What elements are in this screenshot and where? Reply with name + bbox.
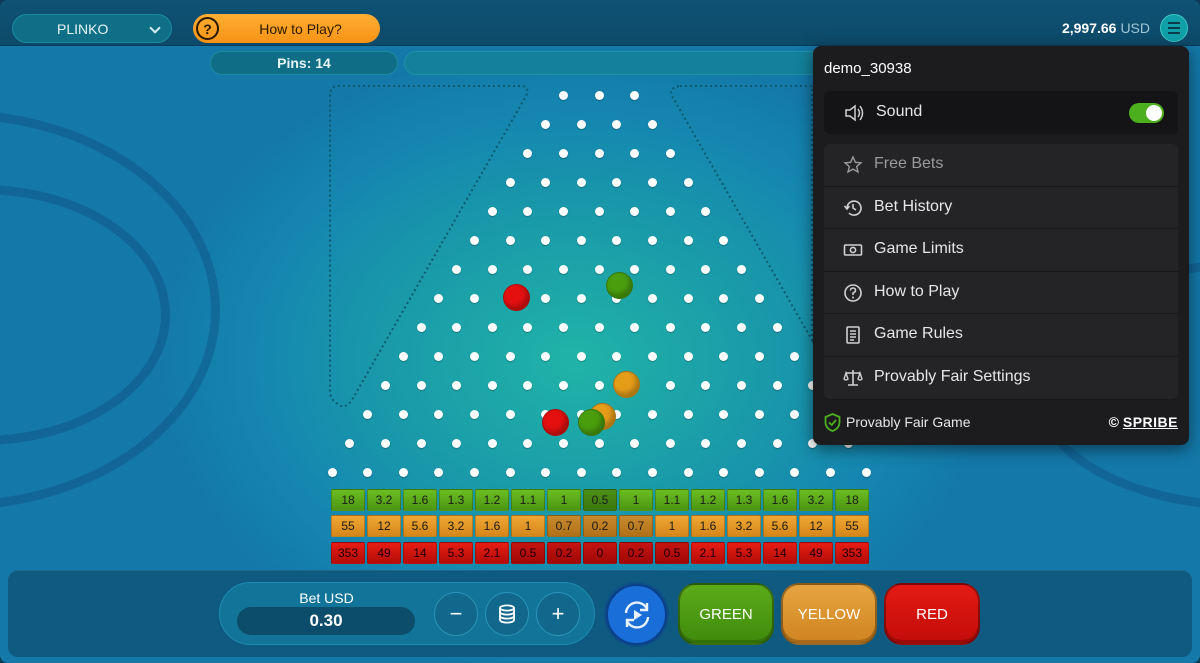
minus-icon: − <box>449 601 463 626</box>
document-icon <box>846 326 860 345</box>
green-multiplier-slot: 3.2 <box>367 489 401 511</box>
yellow-multiplier-slot: 0.7 <box>547 515 581 537</box>
yellow-multiplier-slot: 1.6 <box>475 515 509 537</box>
yellow-multiplier-slot: 5.6 <box>403 515 437 537</box>
red-multiplier-slot: 353 <box>331 542 365 564</box>
star-icon <box>843 155 863 174</box>
yellow-multiplier-slot: 0.7 <box>619 515 653 537</box>
red-multiplier-slot: 49 <box>367 542 401 564</box>
menu-item-provably-fair-settings[interactable]: Provably Fair Settings <box>824 356 1178 400</box>
money-icon <box>843 244 863 256</box>
red-multiplier-slot: 14 <box>763 542 797 564</box>
green-multiplier-slot: 0.5 <box>583 489 617 511</box>
history-icon <box>843 199 862 216</box>
red-play-button[interactable]: RED <box>884 583 980 645</box>
game-window: PLINKO ? How to Play? 2,997.66 USD Pins: … <box>0 0 1200 663</box>
green-multiplier-slot: 1.1 <box>655 489 689 511</box>
username: demo_30938 <box>824 60 912 77</box>
settings-menu: demo_30938 Sound Free Bets Bet History Gam… <box>813 46 1189 445</box>
copyright-symbol: © <box>1108 414 1119 430</box>
menu-item-label: Free Bets <box>874 155 944 172</box>
menu-item-label: Provably Fair Settings <box>874 367 1031 385</box>
menu-item-how-to-play[interactable]: How to Play <box>824 271 1178 315</box>
scales-icon <box>843 369 863 386</box>
autoplay-icon <box>624 600 649 629</box>
yellow-multiplier-slot: 5.6 <box>763 515 797 537</box>
red-label: RED <box>916 605 948 623</box>
menu-item-label: Game Limits <box>874 240 964 258</box>
menu-footer: Provably Fair Game © SPRIBE <box>824 411 1178 433</box>
red-multiplier-slot: 2.1 <box>691 542 725 564</box>
bet-presets-button[interactable] <box>485 592 529 636</box>
autoplay-button[interactable] <box>606 584 667 645</box>
decrease-bet-button[interactable]: − <box>434 592 478 636</box>
red-multiplier-slot: 353 <box>835 542 869 564</box>
menu-item-game-limits[interactable]: Game Limits <box>824 229 1178 272</box>
bet-label: Bet USD <box>299 590 354 606</box>
yellow-multiplier-slot: 55 <box>835 515 869 537</box>
red-multiplier-slot: 0.2 <box>547 542 581 564</box>
question-icon <box>844 283 862 302</box>
red-multiplier-slot: 0.2 <box>619 542 653 564</box>
green-multiplier-slot: 1.3 <box>727 489 761 511</box>
sound-row[interactable]: Sound <box>824 91 1178 134</box>
spribe-copyright[interactable]: © SPRIBE <box>1109 414 1178 430</box>
red-multiplier-slot: 14 <box>403 542 437 564</box>
left-guide <box>329 85 529 408</box>
menu-list: Free Bets Bet History Game Limits How to Pl… <box>824 144 1178 400</box>
red-multiplier-slot: 0.5 <box>655 542 689 564</box>
yellow-multiplier-slot: 12 <box>799 515 833 537</box>
yellow-multiplier-slot: 0.2 <box>583 515 617 537</box>
green-label: GREEN <box>699 605 753 623</box>
menu-item-game-rules[interactable]: Game Rules <box>824 314 1178 357</box>
green-multiplier-slot: 3.2 <box>799 489 833 511</box>
yellow-label: YELLOW <box>797 605 861 623</box>
red-multiplier-slot: 5.3 <box>439 542 473 564</box>
red-multiplier-slot: 5.3 <box>727 542 761 564</box>
green-multiplier-slot: 1.2 <box>691 489 725 511</box>
coins-icon <box>499 604 515 624</box>
toggle-knob <box>1146 105 1162 121</box>
green-multiplier-slot: 1 <box>619 489 653 511</box>
green-multiplier-slot: 1 <box>547 489 581 511</box>
green-play-button[interactable]: GREEN <box>678 583 774 645</box>
yellow-multiplier-slot: 3.2 <box>727 515 761 537</box>
sound-label: Sound <box>876 103 923 120</box>
red-multiplier-slot: 0.5 <box>511 542 545 564</box>
bet-amount-input[interactable]: 0.30 <box>237 607 415 635</box>
menu-item-free-bets: Free Bets <box>824 144 1178 187</box>
yellow-multiplier-slot: 3.2 <box>439 515 473 537</box>
green-multiplier-slot: 1.3 <box>439 489 473 511</box>
green-multiplier-slot: 18 <box>331 489 365 511</box>
speaker-icon <box>845 104 864 122</box>
green-multiplier-slot: 1.6 <box>763 489 797 511</box>
increase-bet-button[interactable]: + <box>536 592 580 636</box>
yellow-multiplier-slot: 1.6 <box>691 515 725 537</box>
red-multiplier-slot: 49 <box>799 542 833 564</box>
menu-item-bet-history[interactable]: Bet History <box>824 186 1178 230</box>
spribe-logo: SPRIBE <box>1122 414 1178 430</box>
shield-check-icon <box>824 413 841 432</box>
sound-toggle[interactable] <box>1129 103 1164 123</box>
green-multiplier-slot: 18 <box>835 489 869 511</box>
yellow-multiplier-slot: 12 <box>367 515 401 537</box>
red-multiplier-slot: 2.1 <box>475 542 509 564</box>
right-guide <box>670 85 813 344</box>
menu-item-label: Game Rules <box>874 325 963 343</box>
green-multiplier-slot: 1.6 <box>403 489 437 511</box>
menu-item-label: Bet History <box>874 197 953 215</box>
yellow-multiplier-slot: 1 <box>655 515 689 537</box>
yellow-multiplier-slot: 1 <box>511 515 545 537</box>
yellow-play-button[interactable]: YELLOW <box>781 583 877 645</box>
red-multiplier-slot: 0 <box>583 542 617 564</box>
green-multiplier-slot: 1.2 <box>475 489 509 511</box>
menu-item-label: How to Play <box>874 282 960 300</box>
control-panel <box>8 570 1192 657</box>
plus-icon: + <box>551 601 565 626</box>
yellow-multiplier-slot: 55 <box>331 515 365 537</box>
green-multiplier-slot: 1.1 <box>511 489 545 511</box>
provably-fair-label: Provably Fair Game <box>846 414 971 430</box>
